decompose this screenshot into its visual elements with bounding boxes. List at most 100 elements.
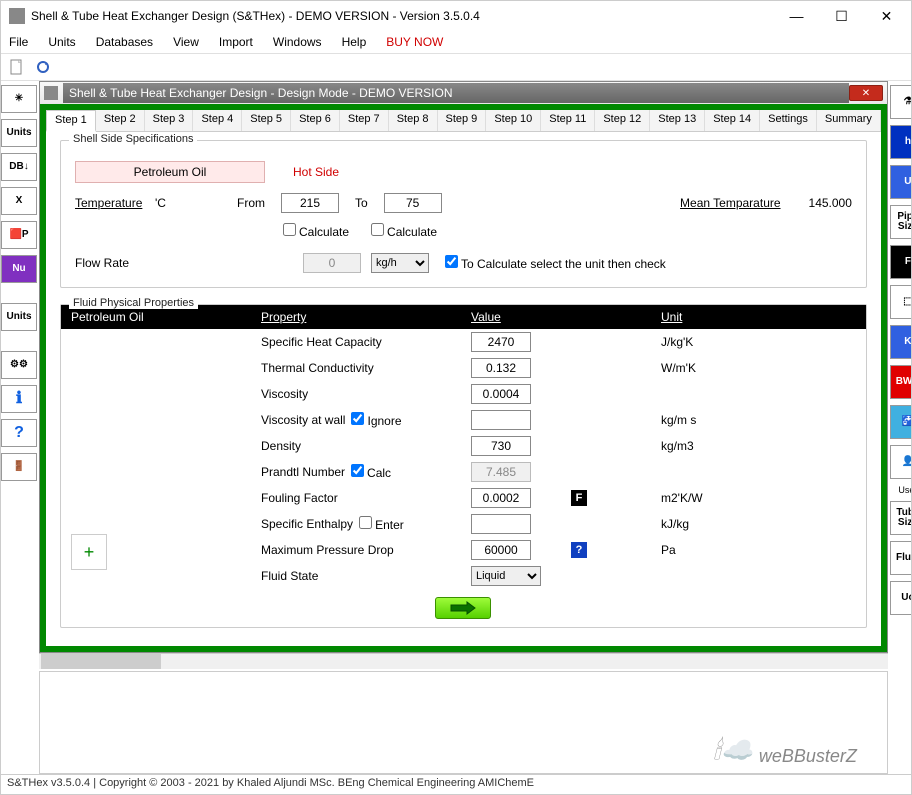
prop-check-enter[interactable]: Enter — [359, 516, 404, 532]
refresh-icon[interactable] — [35, 59, 51, 75]
flow-rate-input[interactable] — [303, 253, 361, 273]
flow-calc-check[interactable]: To Calculate select the unit then check — [445, 255, 666, 271]
tab-step-6[interactable]: Step 6 — [291, 110, 340, 131]
to-label: To — [355, 196, 368, 210]
minimize-button[interactable]: — — [774, 2, 819, 30]
temp-from-input[interactable] — [281, 193, 339, 213]
tab-step-9[interactable]: Step 9 — [438, 110, 487, 131]
new-file[interactable]: ✳ — [1, 85, 37, 113]
tab-step-11[interactable]: Step 11 — [541, 110, 595, 131]
prop-label: Fluid State — [261, 569, 318, 583]
add-file-button[interactable]: + — [71, 534, 107, 570]
fluid-state-select[interactable]: Liquid — [471, 566, 541, 586]
prop-input[interactable] — [471, 384, 531, 404]
doc-close-button[interactable]: ✕ — [849, 85, 883, 101]
prop-label: Maximum Pressure Drop — [261, 543, 394, 557]
flask-tool[interactable]: ⚗ — [890, 85, 911, 119]
menu-import[interactable]: Import — [219, 35, 253, 49]
tab-step-8[interactable]: Step 8 — [389, 110, 438, 131]
props-group-label: Fluid Physical Properties — [69, 297, 198, 309]
tab-step-2[interactable]: Step 2 — [96, 110, 145, 131]
menu-units[interactable]: Units — [48, 35, 75, 49]
tab-step-14[interactable]: Step 14 — [705, 110, 760, 131]
prop-input[interactable] — [471, 410, 531, 430]
units-tool[interactable]: Units — [1, 119, 37, 147]
prop-input[interactable] — [471, 514, 531, 534]
fluid-name-box[interactable]: Petroleum Oil — [75, 161, 265, 183]
close-button[interactable]: ✕ — [864, 2, 909, 30]
prop-input[interactable] — [471, 488, 531, 508]
info-tool[interactable]: ℹ — [1, 385, 37, 413]
prop-label: Prandtl Number — [261, 465, 345, 479]
prop-check-ignore[interactable]: Ignore — [351, 412, 401, 428]
next-button[interactable] — [435, 597, 491, 619]
db-down[interactable]: DB↓ — [1, 153, 37, 181]
prop-label: Specific Enthalpy — [261, 517, 353, 531]
calc-from-check[interactable]: Calculate — [283, 223, 349, 239]
tab-step-3[interactable]: Step 3 — [145, 110, 194, 131]
menu-windows[interactable]: Windows — [273, 35, 322, 49]
horizontal-scrollbar[interactable] — [39, 653, 888, 669]
tap-tool[interactable]: 🚰 — [890, 405, 911, 439]
props-group: Fluid Physical Properties Petroleum Oil … — [60, 304, 867, 628]
menubar: File Units Databases View Import Windows Help B… — [1, 31, 911, 53]
h-tool[interactable]: h — [890, 125, 911, 159]
prop-input[interactable] — [471, 358, 531, 378]
u-tool[interactable]: U — [890, 165, 911, 199]
tab-step-4[interactable]: Step 4 — [193, 110, 242, 131]
tab-step-5[interactable]: Step 5 — [242, 110, 291, 131]
f-tool[interactable]: F — [890, 245, 911, 279]
prop-input[interactable] — [471, 436, 531, 456]
excel-tool[interactable]: X — [1, 187, 37, 215]
help-badge-icon[interactable]: ? — [571, 542, 587, 558]
temp-to-input[interactable] — [384, 193, 442, 213]
fluid-tool[interactable]: Fluid — [890, 541, 911, 575]
new-doc-icon[interactable] — [9, 59, 25, 75]
user-tool[interactable]: 👤 — [890, 445, 911, 479]
nu-tool[interactable]: Nu — [1, 255, 37, 283]
prop-label: Specific Heat Capacity — [261, 335, 382, 349]
tab-step-10[interactable]: Step 10 — [486, 110, 541, 131]
app-icon — [9, 8, 25, 24]
help-tool[interactable]: ? — [1, 419, 37, 447]
tube-size[interactable]: Tube Size — [890, 501, 911, 535]
ip-tool[interactable]: 🟥P — [1, 221, 37, 249]
tab-summary[interactable]: Summary — [817, 110, 881, 131]
shell-group-label: Shell Side Specifications — [69, 133, 197, 145]
f-badge-icon[interactable]: F — [571, 490, 587, 506]
menu-view[interactable]: View — [173, 35, 199, 49]
prop-input[interactable] — [471, 332, 531, 352]
prop-input[interactable] — [471, 462, 531, 482]
titlebar: Shell & Tube Heat Exchanger Design (S&TH… — [1, 1, 911, 31]
shell-group: Shell Side Specifications Petroleum Oil … — [60, 140, 867, 288]
pattern-tool[interactable]: ⬚ — [890, 285, 911, 319]
doc-title: Shell & Tube Heat Exchanger Design - Des… — [63, 83, 849, 103]
uo-tool[interactable]: Uo — [890, 581, 911, 615]
exit-tool[interactable]: 🚪 — [1, 453, 37, 481]
prop-input[interactable] — [471, 540, 531, 560]
tab-step-12[interactable]: Step 12 — [595, 110, 650, 131]
menu-databases[interactable]: Databases — [96, 35, 153, 49]
menu-buy-now[interactable]: BUY NOW — [386, 35, 443, 49]
menu-help[interactable]: Help — [342, 35, 367, 49]
units-bar[interactable]: Units — [1, 303, 37, 331]
pipe-size[interactable]: Pipe Size — [890, 205, 911, 239]
k-tool[interactable]: K — [890, 325, 911, 359]
prop-check-calc[interactable]: Calc — [351, 464, 391, 480]
toolbar — [1, 53, 911, 81]
tab-step-7[interactable]: Step 7 — [340, 110, 389, 131]
bwg-tool[interactable]: BWG — [890, 365, 911, 399]
mean-temp-value: 145.000 — [809, 196, 852, 210]
calc-to-check[interactable]: Calculate — [371, 223, 437, 239]
prop-row: Specific Heat CapacityJ/kg'K — [61, 329, 866, 355]
from-label: From — [195, 196, 265, 210]
menu-file[interactable]: File — [9, 35, 28, 49]
tab-step-1[interactable]: Step 1 — [46, 110, 96, 132]
tab-step-13[interactable]: Step 13 — [650, 110, 705, 131]
prop-label: Thermal Conductivity — [261, 361, 374, 375]
gears-tool[interactable]: ⚙⚙ — [1, 351, 37, 379]
tab-settings[interactable]: Settings — [760, 110, 817, 131]
flow-unit-select[interactable]: kg/h — [371, 253, 429, 273]
prop-unit: kg/m3 — [661, 439, 694, 453]
maximize-button[interactable]: ☐ — [819, 2, 864, 30]
